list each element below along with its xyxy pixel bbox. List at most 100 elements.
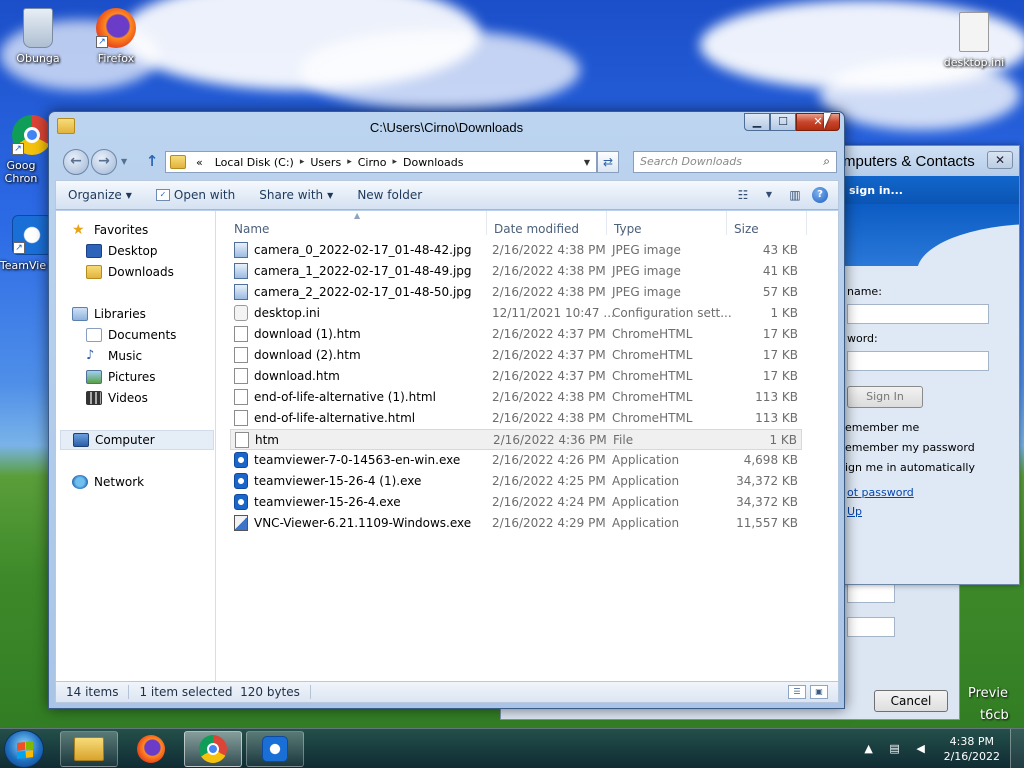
details-view-icon[interactable]: ☰ (788, 685, 806, 699)
column-header-date[interactable]: Date modified (488, 211, 604, 235)
file-row[interactable]: end-of-life-alternative (1).html 2/16/202… (230, 387, 802, 408)
sign-up-link[interactable]: Up (847, 505, 862, 518)
remember-me-checkbox[interactable]: emember me (845, 421, 919, 434)
open-with-button[interactable]: ✓ Open with (144, 188, 247, 202)
large-icons-view-icon[interactable]: ▣ (810, 685, 828, 699)
file-row[interactable]: camera_0_2022-02-17_01-48-42.jpg 2/16/202… (230, 240, 802, 261)
username-field[interactable] (847, 304, 989, 324)
clock[interactable]: 4:38 PM 2/16/2022 (934, 734, 1010, 764)
file-date: 2/16/2022 4:29 PM (492, 516, 606, 530)
chrome-center-icon (207, 743, 219, 755)
show-hidden-icons-icon[interactable]: ▲ (862, 742, 876, 756)
forgot-password-link[interactable]: ot password (847, 486, 914, 499)
file-row[interactable]: teamviewer-15-26-4.exe 2/16/2022 4:24 PM A… (230, 492, 802, 513)
file-row[interactable]: end-of-life-alternative.html 2/16/2022 4:… (230, 408, 802, 429)
file-type: ChromeHTML (612, 390, 693, 404)
column-header-size[interactable]: Size (728, 211, 804, 235)
file-size: 34,372 KB (736, 474, 798, 488)
nav-favorites[interactable]: ★ Favorites (72, 220, 148, 240)
up-arrow-icon[interactable]: ↑ (143, 153, 161, 171)
search-input[interactable]: Search Downloads ⌕ (633, 151, 837, 173)
nav-pictures[interactable]: Pictures (86, 367, 156, 387)
address-dropdown[interactable]: ▼ (578, 158, 596, 167)
nav-network[interactable]: Network (72, 472, 144, 492)
cancel-button[interactable]: Cancel (874, 690, 948, 712)
column-divider[interactable] (726, 211, 727, 235)
breadcrumb-cirno[interactable]: Cirno (352, 156, 393, 169)
maximize-button[interactable]: ☐ (770, 113, 796, 131)
breadcrumb-local-disk[interactable]: Local Disk (C:) (209, 156, 300, 169)
file-row[interactable]: camera_2_2022-02-17_01-48-50.jpg 2/16/202… (230, 282, 802, 303)
star-icon: ★ (72, 222, 85, 238)
file-row[interactable]: VNC-Viewer-6.21.1109-Windows.exe 2/16/202… (230, 513, 802, 534)
back-button[interactable]: ← (63, 149, 89, 175)
nav-label: Network (94, 475, 145, 489)
file-row[interactable]: htm 2/16/2022 4:36 PM File 1 KB (230, 429, 802, 450)
column-divider[interactable] (606, 211, 607, 235)
network-tray-icon[interactable]: ▤ (888, 742, 902, 756)
organize-button[interactable]: Organize ▼ (56, 188, 144, 202)
minimize-button[interactable]: ▁ (744, 113, 770, 131)
taskbar-firefox[interactable] (122, 731, 180, 767)
desktop-icon-firefox[interactable]: ↗ Firefox (80, 8, 152, 65)
nav-music[interactable]: ♪ Music (86, 346, 142, 366)
taskbar-chrome[interactable] (184, 731, 242, 767)
chevron-down-icon: ▼ (125, 190, 132, 200)
file-row[interactable]: camera_1_2022-02-17_01-48-49.jpg 2/16/202… (230, 261, 802, 282)
nav-desktop[interactable]: Desktop (86, 241, 158, 261)
show-desktop-button[interactable] (1010, 729, 1024, 768)
nav-documents[interactable]: Documents (86, 325, 176, 345)
teamviewer-icon (234, 473, 248, 489)
chevron-down-icon[interactable]: ▼ (760, 187, 778, 203)
recent-pages-dropdown[interactable]: ▼ (121, 157, 127, 166)
nav-computer[interactable]: Computer (60, 430, 214, 450)
start-button[interactable] (4, 730, 44, 768)
nav-videos[interactable]: Videos (86, 388, 148, 408)
password-field[interactable] (847, 351, 989, 371)
file-size: 17 KB (762, 369, 798, 383)
column-header-name[interactable]: Name (228, 211, 484, 235)
address-bar[interactable]: « Local Disk (C:) ▸ Users ▸ Cirno ▸ Down… (165, 151, 597, 173)
desktop-icon-desktop-ini[interactable]: desktop.ini (938, 12, 1010, 69)
signin-banner: sign in... (837, 176, 1019, 204)
document-file-icon (234, 368, 248, 384)
computers-contacts-dialog: mputers & Contacts ✕ sign in... name: wo… (836, 145, 1020, 585)
help-icon[interactable]: ? (812, 187, 828, 203)
nav-libraries[interactable]: Libraries (72, 304, 146, 324)
file-date: 2/16/2022 4:36 PM (493, 433, 607, 447)
remember-password-checkbox[interactable]: emember my password (845, 441, 975, 454)
column-divider[interactable] (486, 211, 487, 235)
music-icon: ♪ (86, 348, 95, 363)
file-row[interactable]: download (2).htm 2/16/2022 4:37 PM ChromeH… (230, 345, 802, 366)
file-row[interactable]: download.htm 2/16/2022 4:37 PM ChromeHTML 1… (230, 366, 802, 387)
file-name: teamviewer-7-0-14563-en-win.exe (254, 453, 461, 467)
breadcrumb-users[interactable]: Users (304, 156, 347, 169)
search-icon[interactable]: ⌕ (823, 154, 830, 169)
close-button[interactable]: ✕ (796, 113, 840, 131)
file-date: 2/16/2022 4:37 PM (492, 348, 606, 362)
column-header-type[interactable]: Type (608, 211, 724, 235)
breadcrumb-downloads[interactable]: Downloads (397, 156, 469, 169)
new-folder-button[interactable]: New folder (345, 188, 434, 202)
address-overflow[interactable]: « (190, 156, 209, 169)
refresh-button[interactable]: ⇄ (597, 151, 619, 173)
file-row[interactable]: desktop.ini 12/11/2021 10:47 ... Configura… (230, 303, 802, 324)
forward-button[interactable]: → (91, 149, 117, 175)
taskbar-explorer[interactable] (60, 731, 118, 767)
nav-downloads[interactable]: Downloads (86, 262, 174, 282)
dialog-close-button[interactable]: ✕ (987, 151, 1013, 169)
file-row[interactable]: teamviewer-15-26-4 (1).exe 2/16/2022 4:25… (230, 471, 802, 492)
change-view-icon[interactable]: ☷ (734, 187, 752, 203)
sign-in-auto-checkbox[interactable]: ign me in automatically (845, 461, 975, 474)
share-with-button[interactable]: Share with ▼ (247, 188, 345, 202)
taskbar-teamviewer[interactable] (246, 731, 304, 767)
column-divider[interactable] (806, 211, 807, 235)
selection-info: 1 item selected 120 bytes (129, 685, 311, 699)
nav-label: Desktop (108, 244, 158, 258)
desktop-icon-recycle-bin[interactable]: Obunga (2, 8, 74, 65)
file-row[interactable]: download (1).htm 2/16/2022 4:37 PM ChromeH… (230, 324, 802, 345)
file-row[interactable]: teamviewer-7-0-14563-en-win.exe 2/16/2022… (230, 450, 802, 471)
preview-pane-icon[interactable]: ▥ (786, 187, 804, 203)
sign-in-button[interactable]: Sign In (847, 386, 923, 408)
volume-icon[interactable]: ◀ (914, 742, 928, 756)
